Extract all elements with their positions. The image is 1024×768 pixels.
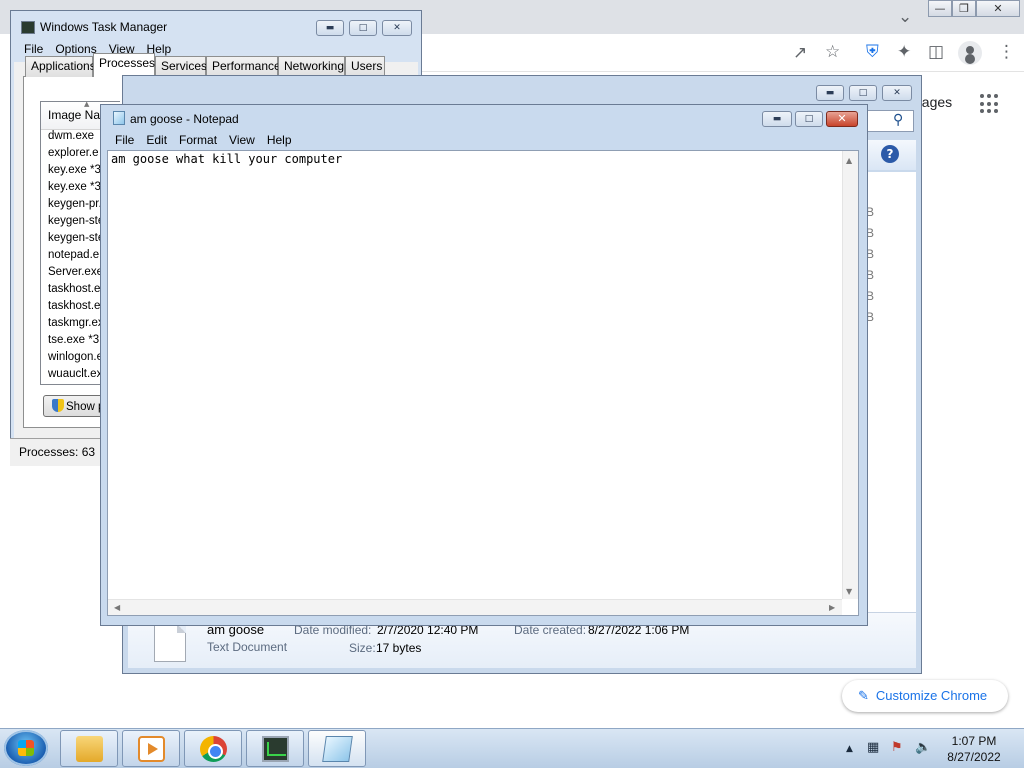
- share-icon[interactable]: ↗: [793, 43, 807, 63]
- process-row[interactable]: notepad.e: [48, 249, 99, 261]
- tab-processes[interactable]: Processes: [93, 53, 155, 77]
- help-icon[interactable]: ?: [881, 145, 899, 163]
- tab-search-chevron-icon[interactable]: ⌄: [898, 7, 912, 27]
- sort-arrow-icon: ▲: [84, 100, 90, 108]
- task-manager-title: Windows Task Manager: [40, 20, 168, 34]
- uac-shield-icon: [52, 399, 64, 412]
- task-manager-close-button[interactable]: ✕: [382, 20, 412, 36]
- process-row[interactable]: Server.exe: [48, 266, 103, 278]
- text-document-icon: [154, 624, 186, 662]
- notepad-text-area[interactable]: [107, 150, 859, 616]
- taskbar-media-player-button[interactable]: [122, 730, 180, 767]
- process-row[interactable]: key.exe *3: [48, 164, 101, 176]
- explorer-maximize-button[interactable]: □: [849, 85, 877, 101]
- process-count: Processes: 63: [19, 445, 96, 459]
- chrome-menu-icon[interactable]: ⋮: [998, 42, 1015, 62]
- tab-services[interactable]: Services: [155, 56, 207, 77]
- scroll-down-icon[interactable]: ▼: [846, 587, 852, 596]
- taskbar-task-manager-button[interactable]: [246, 730, 304, 767]
- np-menu-format[interactable]: Format: [179, 133, 217, 147]
- process-row[interactable]: tse.exe *3: [48, 334, 99, 346]
- tm-menu-options[interactable]: Options: [55, 42, 96, 56]
- tm-menu-file[interactable]: File: [24, 42, 43, 56]
- task-manager-icon: [262, 736, 289, 762]
- process-row[interactable]: keygen-pr.: [48, 198, 102, 210]
- system-clock[interactable]: 1:07 PM 8/27/2022: [940, 733, 1008, 765]
- search-icon[interactable]: ⚲: [893, 112, 903, 128]
- explorer-close-button[interactable]: ✕: [882, 85, 912, 101]
- tab-networking[interactable]: Networking: [278, 56, 345, 77]
- task-manager-minimize-button[interactable]: ▬: [316, 20, 344, 36]
- horizontal-scrollbar[interactable]: [108, 599, 842, 615]
- explorer-minimize-button[interactable]: ▬: [816, 85, 844, 101]
- chrome-icon: [200, 736, 227, 762]
- tab-performance[interactable]: Performance: [206, 56, 281, 77]
- extensions-puzzle-icon[interactable]: ✦: [897, 42, 911, 62]
- notepad-minimize-button[interactable]: ▬: [762, 111, 792, 127]
- process-row[interactable]: winlogon.e: [48, 351, 103, 363]
- task-manager-app-icon: [21, 21, 35, 34]
- clock-date: 8/27/2022: [947, 750, 1001, 764]
- scroll-right-icon[interactable]: ▶: [829, 603, 835, 612]
- np-menu-edit[interactable]: Edit: [146, 133, 167, 147]
- chrome-restore-button[interactable]: ❐: [952, 0, 976, 17]
- customize-chrome-label: Customize Chrome: [875, 688, 988, 703]
- tab-users[interactable]: Users: [345, 56, 385, 77]
- notepad-menubar: File Edit Format View Help: [115, 133, 304, 147]
- notepad-icon: [322, 736, 353, 762]
- process-row[interactable]: dwm.exe: [48, 130, 94, 142]
- process-row[interactable]: keygen-ste: [48, 215, 104, 227]
- taskbar-notepad-button[interactable]: [308, 730, 366, 767]
- process-row[interactable]: wuauclt.ex: [48, 368, 102, 380]
- task-manager-maximize-button[interactable]: □: [349, 20, 377, 36]
- chrome-close-button[interactable]: ✕: [976, 0, 1020, 17]
- np-menu-help[interactable]: Help: [267, 133, 292, 147]
- size-value: 17 bytes: [376, 641, 422, 655]
- bookmark-star-icon[interactable]: ☆: [825, 42, 840, 62]
- shield-extension-icon[interactable]: ⛨: [866, 42, 879, 62]
- clock-time: 1:07 PM: [951, 734, 997, 748]
- side-panel-icon[interactable]: ◫: [928, 42, 944, 62]
- details-file-type: Text Document: [207, 640, 288, 654]
- process-row[interactable]: explorer.e: [48, 147, 99, 159]
- size-label: Size:: [349, 641, 376, 655]
- folder-icon: [76, 736, 103, 762]
- show-hidden-icons-icon[interactable]: ▲: [846, 744, 853, 754]
- start-button[interactable]: [4, 730, 48, 766]
- process-row[interactable]: keygen-ste: [48, 232, 104, 244]
- taskbar-chrome-button[interactable]: [184, 730, 242, 767]
- show-processes-label: Show p: [66, 401, 105, 413]
- notepad-close-button[interactable]: ✕: [826, 111, 858, 127]
- tab-applications[interactable]: Applications: [25, 56, 96, 77]
- np-menu-file[interactable]: File: [115, 133, 134, 147]
- profile-avatar[interactable]: [958, 41, 982, 65]
- scroll-up-icon[interactable]: ▲: [846, 156, 852, 165]
- action-center-icon[interactable]: ⚑: [891, 740, 903, 755]
- explorer-search-box[interactable]: [866, 110, 914, 132]
- google-apps-icon[interactable]: [980, 94, 1000, 114]
- notepad-maximize-button[interactable]: □: [795, 111, 823, 127]
- customize-chrome-button[interactable]: ✎ Customize Chrome: [842, 680, 1008, 712]
- process-row[interactable]: taskmgr.ex: [48, 317, 104, 329]
- process-row[interactable]: key.exe *3: [48, 181, 101, 193]
- pencil-icon: ✎: [858, 688, 869, 703]
- volume-icon[interactable]: 🔈: [915, 740, 931, 755]
- chrome-minimize-button[interactable]: —: [928, 0, 952, 17]
- notepad-content[interactable]: am goose what kill your computer: [111, 152, 342, 166]
- process-row[interactable]: taskhost.e: [48, 283, 100, 295]
- process-row[interactable]: taskhost.e: [48, 300, 100, 312]
- network-icon[interactable]: ▦: [867, 740, 879, 755]
- notepad-title: am goose - Notepad: [130, 112, 239, 126]
- notepad-app-icon: [113, 111, 125, 125]
- np-menu-view[interactable]: View: [229, 133, 255, 147]
- taskbar-explorer-button[interactable]: [60, 730, 118, 767]
- vertical-scrollbar[interactable]: [842, 151, 858, 599]
- media-player-icon: [138, 736, 165, 762]
- scroll-left-icon[interactable]: ◀: [114, 603, 120, 612]
